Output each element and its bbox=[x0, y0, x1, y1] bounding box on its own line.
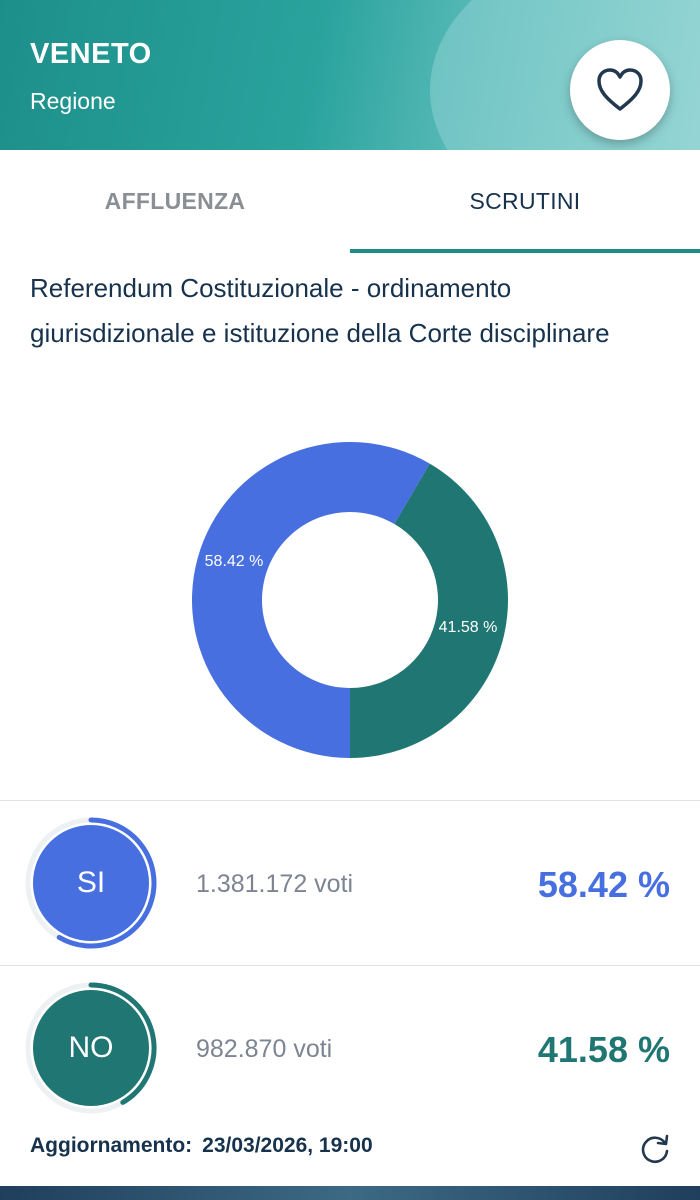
no-votes: 982.870 voti bbox=[196, 1035, 333, 1063]
update-info: Aggiornamento: 23/03/2026, 19:00 bbox=[30, 1134, 373, 1158]
heart-outline-icon bbox=[597, 68, 643, 111]
bottom-navigation-strip bbox=[0, 1186, 700, 1200]
referendum-title: Referendum Costituzionale - ordinamento … bbox=[30, 273, 610, 348]
result-row-si: SI 1.381.172 voti 58.42 % bbox=[0, 802, 700, 962]
refresh-icon bbox=[641, 1134, 669, 1164]
donut-label-no: 41.58 % bbox=[439, 619, 498, 636]
divider bbox=[0, 965, 700, 966]
active-tab-indicator bbox=[350, 249, 700, 253]
tab-affluenza-label: AFFLUENZA bbox=[104, 188, 246, 214]
refresh-button[interactable] bbox=[636, 1130, 674, 1168]
region-header: VENETO Regione bbox=[0, 0, 700, 150]
no-percent: 41.58 % bbox=[537, 1029, 670, 1070]
region-type: Regione bbox=[30, 88, 116, 114]
region-name: VENETO bbox=[30, 38, 152, 70]
donut-label-si: 58.42 % bbox=[205, 553, 264, 570]
divider bbox=[0, 800, 700, 801]
si-label: SI bbox=[33, 825, 149, 941]
tab-scrutini-label: SCRUTINI bbox=[469, 188, 581, 214]
update-timestamp: 23/03/2026, 19:00 bbox=[202, 1134, 373, 1157]
favorite-button[interactable] bbox=[570, 40, 670, 140]
tab-bar: AFFLUENZA SCRUTINI bbox=[0, 150, 700, 253]
si-votes: 1.381.172 voti bbox=[196, 870, 354, 898]
result-row-no: NO 982.870 voti 41.58 % bbox=[0, 967, 700, 1127]
no-label: NO bbox=[33, 990, 149, 1106]
update-label: Aggiornamento: bbox=[30, 1134, 193, 1157]
si-badge: SI bbox=[25, 817, 157, 949]
si-percent: 58.42 % bbox=[537, 864, 670, 905]
results-donut-chart: 58.42 % 41.58 % bbox=[192, 442, 509, 758]
no-badge: NO bbox=[25, 982, 157, 1114]
tab-scrutini[interactable]: SCRUTINI bbox=[350, 150, 700, 253]
tab-affluenza[interactable]: AFFLUENZA bbox=[0, 150, 350, 253]
